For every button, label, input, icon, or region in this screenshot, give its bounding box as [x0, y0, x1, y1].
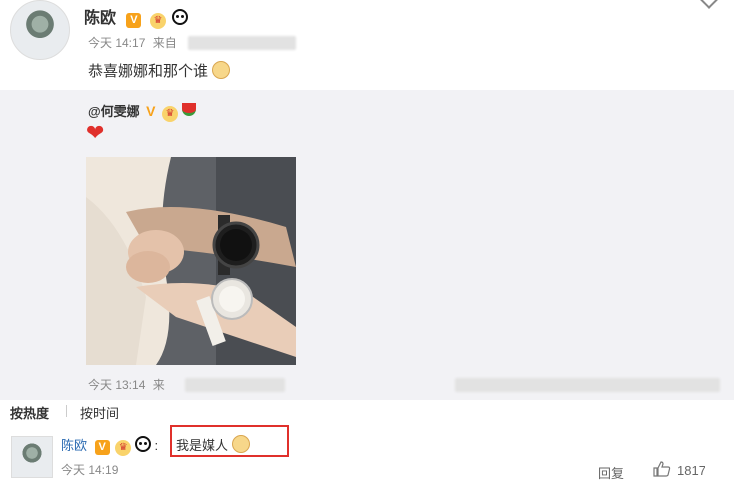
repost-username[interactable]: @何雯娜: [88, 104, 140, 119]
chevron-down-icon[interactable]: [699, 0, 719, 9]
blurred-source: [185, 378, 285, 392]
vip-crown-icon: ♛: [161, 106, 178, 122]
repost-time[interactable]: 今天 13:14: [88, 378, 145, 392]
watermelon-icon: [181, 103, 196, 116]
blurred-source: [188, 36, 296, 50]
comment-time: 今天 14:19: [61, 463, 119, 477]
post-avatar[interactable]: [10, 0, 70, 60]
repost-author[interactable]: @何雯娜 V ♛: [88, 101, 196, 122]
thumbs-up-icon[interactable]: [653, 461, 671, 477]
verified-icon: V: [146, 103, 156, 119]
blurred-actions: [455, 378, 720, 392]
comment-author[interactable]: 陈欧 V ♛ :: [61, 435, 158, 456]
vip-crown-icon: ♛: [149, 13, 166, 29]
comment-username[interactable]: 陈欧: [61, 438, 87, 453]
tab-divider: [66, 405, 67, 417]
panda-icon: [172, 9, 189, 25]
comment-avatar[interactable]: [11, 436, 53, 478]
reply-button[interactable]: 回复: [598, 463, 624, 482]
post-text-content: 恭喜娜娜和那个谁: [88, 63, 209, 80]
repost-source-prefix: 来: [152, 378, 165, 392]
post-author[interactable]: 陈欧 V ♛: [84, 4, 189, 29]
vip-crown-icon: ♛: [115, 440, 132, 456]
post-username[interactable]: 陈欧: [84, 10, 116, 27]
dog-face-icon: [212, 61, 231, 79]
comment-text: 我是媒人: [176, 435, 250, 454]
verified-icon: V: [126, 13, 142, 28]
dog-face-icon: [231, 435, 250, 453]
tab-sort-time[interactable]: 按时间: [80, 403, 119, 422]
holding-hands-image: [86, 157, 296, 365]
verified-icon: V: [94, 440, 110, 455]
post-meta: 今天 14:17 来自: [88, 34, 177, 51]
comment-separator: :: [154, 438, 159, 453]
post-text: 恭喜娜娜和那个谁: [88, 60, 231, 81]
post-time[interactable]: 今天 14:17: [88, 36, 145, 50]
panda-icon: [134, 436, 151, 452]
repost-photo[interactable]: [86, 157, 296, 365]
like-count: 1817: [677, 463, 706, 478]
edge-mask: [705, 404, 734, 480]
repost-meta: 今天 13:14 来: [88, 376, 165, 393]
comment-text-content: 我是媒人: [176, 438, 229, 453]
post-source-prefix: 来自: [152, 36, 177, 50]
heart-icon: ❤: [86, 120, 105, 145]
tab-sort-hot[interactable]: 按热度: [10, 403, 49, 422]
